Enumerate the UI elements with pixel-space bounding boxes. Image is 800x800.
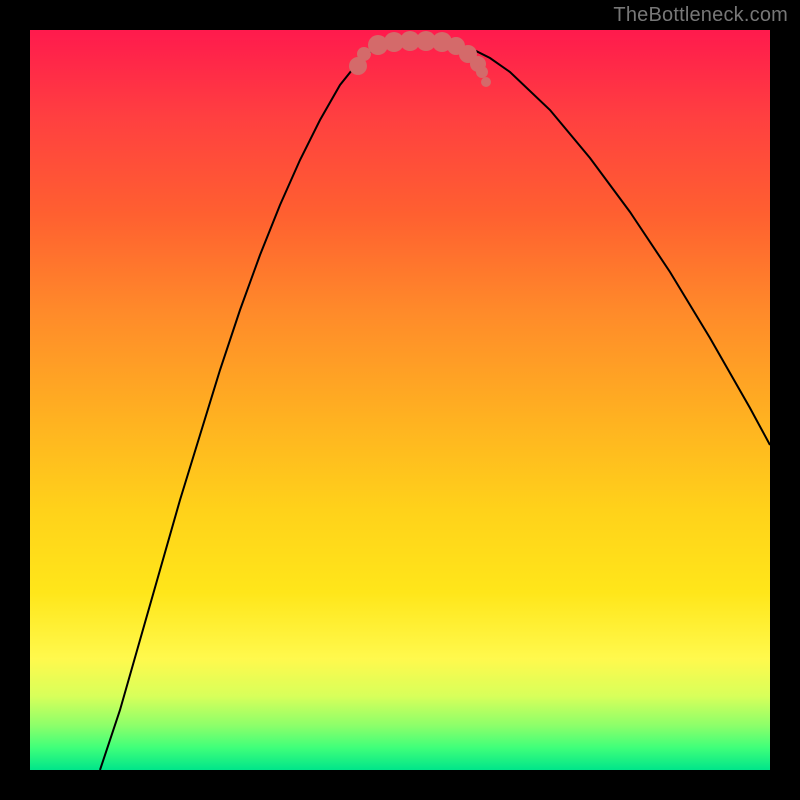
chart-frame: TheBottleneck.com — [0, 0, 800, 800]
highlight-dot — [481, 77, 491, 87]
bottleneck-curve — [100, 41, 770, 770]
attribution-text: TheBottleneck.com — [613, 4, 788, 27]
chart-svg — [30, 30, 770, 770]
plot-area — [30, 30, 770, 770]
highlight-dot — [476, 66, 488, 78]
highlight-markers — [349, 31, 491, 87]
